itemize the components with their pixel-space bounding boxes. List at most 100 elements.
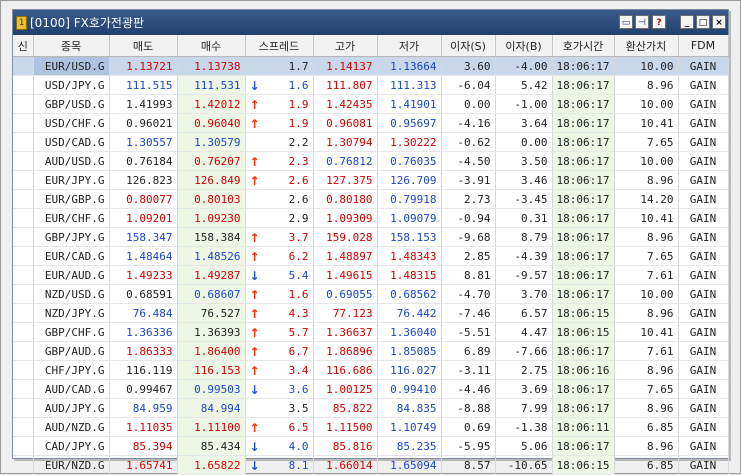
quote-time-cell: 18:06:17 bbox=[552, 113, 615, 133]
spread-cell: ↓ 8.1 bbox=[245, 455, 314, 475]
converted-value-cell: 7.65 bbox=[614, 379, 679, 399]
spread-cell: ↑ 5.7 bbox=[245, 322, 314, 342]
interest-sell-cell: -7.46 bbox=[441, 303, 496, 323]
symbol-cell: GBP/JPY.G bbox=[33, 227, 110, 247]
bid-cell: 116.119 bbox=[109, 360, 178, 380]
bid-cell: 85.394 bbox=[109, 436, 178, 456]
close-button[interactable]: × bbox=[712, 15, 726, 29]
fdm-cell: GAIN bbox=[678, 417, 729, 437]
ask-cell: 111.531 bbox=[177, 75, 246, 95]
table-row[interactable]: USD/CAD.G 1.30557 1.30579 2.2 1.30794 1.30222… bbox=[13, 132, 729, 152]
table-row[interactable]: GBP/USD.G 1.41993 1.42012 ↑ 1.9 1.42435 1.4190… bbox=[13, 94, 729, 114]
bid-cell: 126.823 bbox=[109, 170, 178, 190]
low-cell: 1.48315 bbox=[377, 265, 442, 285]
converted-value-cell: 8.96 bbox=[614, 436, 679, 456]
quote-time-cell: 18:06:17 bbox=[552, 94, 615, 114]
ask-cell: 1.48526 bbox=[177, 246, 246, 266]
col-header-converted-value[interactable]: 환산가치 bbox=[614, 35, 679, 57]
new-flag-cell bbox=[13, 94, 34, 114]
new-flag-cell bbox=[13, 227, 34, 247]
ask-cell: 84.994 bbox=[177, 398, 246, 418]
table-row[interactable]: CAD/JPY.G 85.394 85.434 ↓ 4.0 85.816 85.235 -5.… bbox=[13, 436, 729, 456]
col-header-interest-buy[interactable]: 이자(B) bbox=[495, 35, 553, 57]
converted-value-cell: 8.96 bbox=[614, 398, 679, 418]
table-row[interactable]: EUR/USD.G 1.13721 1.13738 1.7 1.14137 1.13664… bbox=[13, 56, 729, 76]
table-row[interactable]: EUR/GBP.G 0.80077 0.80103 2.6 0.80180 0.79918… bbox=[13, 189, 729, 209]
spread-value: 3.4 bbox=[288, 363, 309, 377]
col-header-interest-sell[interactable]: 이자(S) bbox=[441, 35, 496, 57]
col-header-ask[interactable]: 매수 bbox=[177, 35, 246, 57]
table-row[interactable]: EUR/NZD.G 1.65741 1.65822 ↓ 8.1 1.66014 1.6509… bbox=[13, 455, 729, 475]
ask-cell: 126.849 bbox=[177, 170, 246, 190]
table-row[interactable]: AUD/CAD.G 0.99467 0.99503 ↓ 3.6 1.00125 0.9941… bbox=[13, 379, 729, 399]
low-cell: 1.36040 bbox=[377, 322, 442, 342]
ask-cell: 0.96040 bbox=[177, 113, 246, 133]
col-header-fdm[interactable]: FDM bbox=[678, 35, 729, 57]
pin-icon[interactable]: ⊣ bbox=[635, 15, 649, 29]
table-row[interactable]: GBP/CHF.G 1.36336 1.36393 ↑ 5.7 1.36637 1.3604… bbox=[13, 322, 729, 342]
ask-cell: 1.86400 bbox=[177, 341, 246, 361]
table-row[interactable]: GBP/JPY.G 158.347 158.384 ↑ 3.7 159.028 158.15… bbox=[13, 227, 729, 247]
maximize-button[interactable]: □ bbox=[696, 15, 710, 29]
table-row[interactable]: AUD/USD.G 0.76184 0.76207 ↑ 2.3 0.76812 0.7603… bbox=[13, 151, 729, 171]
spread-cell: ↓ 3.6 bbox=[245, 379, 314, 399]
quote-time-cell: 18:06:17 bbox=[552, 265, 615, 285]
quote-time-cell: 18:06:17 bbox=[552, 379, 615, 399]
arrow-down-icon: ↓ bbox=[249, 268, 260, 283]
table-row[interactable]: EUR/CHF.G 1.09201 1.09230 2.9 1.09309 1.09079… bbox=[13, 208, 729, 228]
low-cell: 1.10749 bbox=[377, 417, 442, 437]
interest-sell-cell: -9.68 bbox=[441, 227, 496, 247]
col-header-symbol[interactable]: 종목 bbox=[33, 35, 110, 57]
quote-time-cell: 18:06:17 bbox=[552, 208, 615, 228]
symbol-cell: AUD/JPY.G bbox=[33, 398, 110, 418]
table-row[interactable]: NZD/JPY.G 76.484 76.527 ↑ 4.3 77.123 76.442 -7.… bbox=[13, 303, 729, 323]
ask-cell: 0.99503 bbox=[177, 379, 246, 399]
col-header-spread[interactable]: 스프레드 bbox=[245, 35, 314, 57]
col-header-high[interactable]: 고가 bbox=[313, 35, 378, 57]
col-header-low[interactable]: 저가 bbox=[377, 35, 442, 57]
table-row[interactable]: EUR/CAD.G 1.48464 1.48526 ↑ 6.2 1.48897 1.4834… bbox=[13, 246, 729, 266]
spread-value: 1.6 bbox=[288, 287, 309, 301]
table-row[interactable]: AUD/NZD.G 1.11035 1.11100 ↑ 6.5 1.11500 1.1074… bbox=[13, 417, 729, 437]
table-row[interactable]: CHF/JPY.G 116.119 116.153 ↑ 3.4 116.686 116.02… bbox=[13, 360, 729, 380]
spread-cell: ↑ 1.9 bbox=[245, 113, 314, 133]
table-row[interactable]: EUR/JPY.G 126.823 126.849 ↑ 2.6 127.375 126.70… bbox=[13, 170, 729, 190]
quote-time-cell: 18:06:17 bbox=[552, 436, 615, 456]
spread-value: 4.3 bbox=[288, 306, 309, 320]
table-row[interactable]: NZD/USD.G 0.68591 0.68607 ↑ 1.6 0.69055 0.6856… bbox=[13, 284, 729, 304]
minimize-button[interactable]: _ bbox=[680, 15, 694, 29]
interest-sell-cell: 8.57 bbox=[441, 455, 496, 475]
high-cell: 1.00125 bbox=[313, 379, 378, 399]
col-header-new[interactable]: 신 bbox=[13, 35, 34, 57]
bid-cell: 0.76184 bbox=[109, 151, 178, 171]
ask-cell: 1.13738 bbox=[177, 56, 246, 76]
table-row[interactable]: AUD/JPY.G 84.959 84.994 3.5 85.822 84.835 -8.8… bbox=[13, 398, 729, 418]
arrow-down-icon: ↓ bbox=[249, 382, 260, 397]
converted-value-cell: 10.41 bbox=[614, 208, 679, 228]
col-header-quote-time[interactable]: 호가시간 bbox=[552, 35, 615, 57]
fdm-cell: GAIN bbox=[678, 227, 729, 247]
spread-cell: ↑ 2.6 bbox=[245, 170, 314, 190]
outer-frame: 1 [0100] FX호가전광판 ▭ ⊣ ? _ □ × 신 종목 매도 매수 … bbox=[0, 0, 741, 475]
col-header-bid[interactable]: 매도 bbox=[109, 35, 178, 57]
spread-value: 6.5 bbox=[288, 420, 309, 434]
title-bar[interactable]: 1 [0100] FX호가전광판 ▭ ⊣ ? _ □ × bbox=[13, 10, 728, 35]
table-row[interactable]: USD/JPY.G 111.515 111.531 ↓ 1.6 111.807 111.31… bbox=[13, 75, 729, 95]
low-cell: 1.48343 bbox=[377, 246, 442, 266]
bid-cell: 1.30557 bbox=[109, 132, 178, 152]
bid-cell: 1.41993 bbox=[109, 94, 178, 114]
high-cell: 0.76812 bbox=[313, 151, 378, 171]
new-flag-cell bbox=[13, 303, 34, 323]
interest-sell-cell: -4.50 bbox=[441, 151, 496, 171]
low-cell: 111.313 bbox=[377, 75, 442, 95]
symbol-cell: USD/CHF.G bbox=[33, 113, 110, 133]
table-row[interactable]: GBP/AUD.G 1.86333 1.86400 ↑ 6.7 1.86896 1.8508… bbox=[13, 341, 729, 361]
table-row[interactable]: USD/CHF.G 0.96021 0.96040 ↑ 1.9 0.96081 0.9569… bbox=[13, 113, 729, 133]
spread-cell: ↑ 1.6 bbox=[245, 284, 314, 304]
help-icon[interactable]: ? bbox=[652, 15, 666, 29]
fdm-cell: GAIN bbox=[678, 246, 729, 266]
symbol-cell: EUR/AUD.G bbox=[33, 265, 110, 285]
table-row[interactable]: EUR/AUD.G 1.49233 1.49287 ↓ 5.4 1.49615 1.4831… bbox=[13, 265, 729, 285]
interest-sell-cell: 6.89 bbox=[441, 341, 496, 361]
window-layout-icon[interactable]: ▭ bbox=[619, 15, 633, 29]
